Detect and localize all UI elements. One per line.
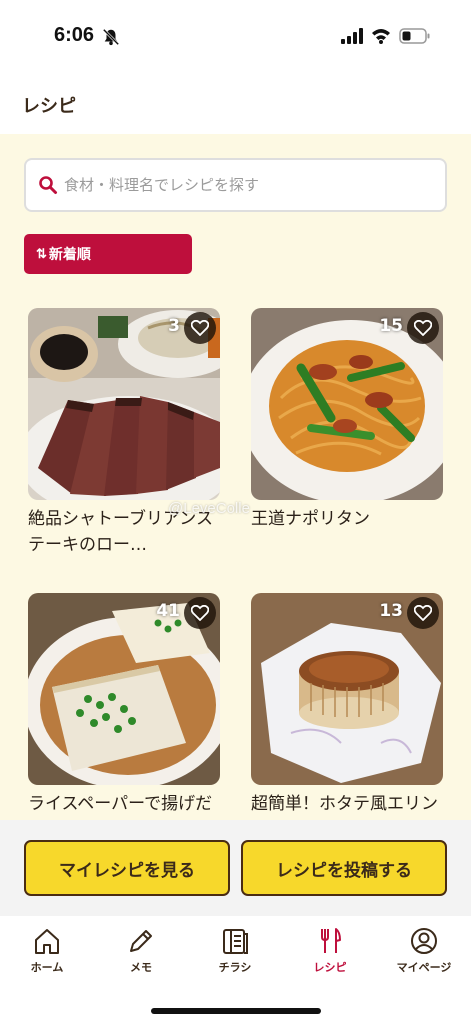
recipe-card[interactable]: 41 ライスペーパーで揚げだし豆腐 [28, 593, 220, 820]
bell-off-icon [102, 28, 120, 46]
home-indicator[interactable] [151, 1008, 321, 1014]
recipe-list-area[interactable]: ⇅ 新着順 [0, 134, 471, 820]
status-time: 6:06 [54, 24, 95, 46]
recipe-title: 王道ナポリタン [251, 509, 370, 529]
sort-button[interactable]: ⇅ 新着順 [24, 234, 192, 274]
sort-label: 新着順 [48, 246, 91, 262]
status-indicators [341, 28, 431, 44]
tab-home[interactable]: ホーム [7, 926, 87, 975]
tab-label: マイページ [396, 961, 452, 974]
app-header: レシピ [0, 70, 471, 134]
tab-flyer[interactable]: チラシ [195, 926, 275, 975]
search-box[interactable] [24, 158, 447, 212]
recipe-title: ライスペーパーで揚げだし豆腐 [28, 794, 213, 814]
my-recipes-button[interactable]: マイレシピを見る [24, 840, 230, 896]
heart-icon[interactable] [184, 312, 216, 344]
sort-arrows-icon: ⇅ [36, 246, 47, 261]
heart-icon[interactable] [184, 597, 216, 629]
recipe-card[interactable]: 13 超簡単！ホタテ風エリンギ [251, 593, 443, 820]
tab-label: チラシ [218, 961, 252, 974]
user-icon [411, 928, 437, 954]
like-count: 3 [168, 316, 180, 336]
search-icon [39, 176, 57, 194]
recipe-card[interactable]: 3 絶品シャトーブリアンステーキのロー… [28, 308, 220, 558]
recipe-card[interactable]: 15 王道ナポリタン [251, 308, 443, 532]
status-bar: 6:06 [0, 0, 471, 70]
heart-icon[interactable] [407, 312, 439, 344]
tab-bar: ホーム メモ チラシ レシピ マイページ [0, 916, 471, 1024]
recipe-image[interactable]: 3 [28, 308, 220, 500]
wifi-icon [372, 29, 390, 44]
tab-mypage[interactable]: マイページ [384, 926, 464, 975]
like-count: 13 [379, 601, 403, 621]
heart-icon[interactable] [407, 597, 439, 629]
tab-label: メモ [130, 961, 152, 974]
pencil-icon [130, 930, 152, 952]
tab-label: ホーム [30, 961, 64, 974]
tab-memo[interactable]: メモ [101, 926, 181, 975]
fork-knife-icon [321, 928, 341, 953]
tab-recipe[interactable]: レシピ [290, 926, 370, 975]
signal-icon [341, 28, 363, 44]
watermark: @LeveColle [168, 500, 250, 517]
recipe-title: 超簡単！ホタテ風エリンギ [251, 794, 438, 814]
recipe-image[interactable]: 15 [251, 308, 443, 500]
tab-label: レシピ [313, 961, 347, 974]
recipe-image[interactable]: 13 [251, 593, 443, 785]
like-count: 41 [156, 601, 180, 621]
page-title: レシピ [22, 96, 76, 117]
search-input[interactable] [64, 160, 434, 210]
action-bar: マイレシピを見る レシピを投稿する [0, 820, 471, 916]
flyer-icon [223, 929, 248, 954]
home-icon [35, 929, 59, 954]
post-recipe-button[interactable]: レシピを投稿する [241, 840, 447, 896]
battery-icon [399, 28, 430, 44]
recipe-image[interactable]: 41 [28, 593, 220, 785]
like-count: 15 [379, 316, 403, 336]
